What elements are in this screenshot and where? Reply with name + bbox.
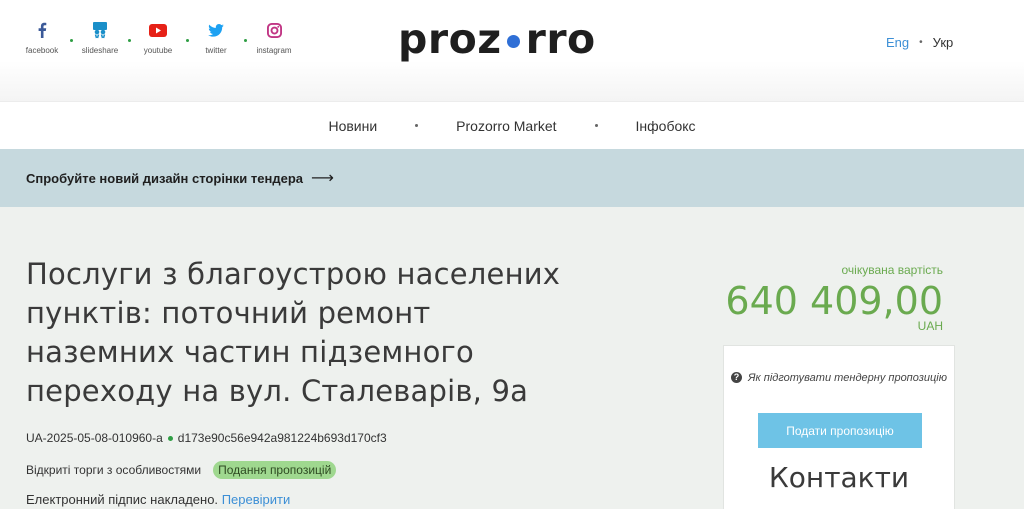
status-badge: Подання пропозицій — [213, 461, 337, 479]
signature-text: Електронний підпис накладено. — [26, 492, 219, 507]
bid-help-link[interactable]: ? Як підготувати тендерну пропозицію — [724, 370, 954, 387]
social-separator — [182, 20, 192, 44]
slideshare-icon — [91, 20, 109, 40]
twitter-link[interactable]: twitter — [192, 20, 240, 55]
logo-dot-icon — [506, 34, 520, 48]
instagram-link[interactable]: instagram — [250, 20, 298, 55]
logo-text-right: rro — [525, 15, 596, 63]
twitter-label: twitter — [205, 46, 227, 55]
contacts-heading: Контакти — [768, 461, 910, 494]
youtube-icon — [149, 20, 167, 40]
nav-separator — [594, 124, 598, 127]
youtube-link[interactable]: youtube — [134, 20, 182, 55]
social-links: facebook slideshare youtube twitter inst… — [18, 20, 298, 55]
nav-item-infobox[interactable]: Інфобокс — [636, 118, 696, 134]
tender-id: UA-2025-05-08-010960-a — [26, 431, 163, 445]
verify-signature-link[interactable]: Перевірити — [222, 492, 291, 507]
social-separator — [124, 20, 134, 44]
prozorro-logo[interactable]: proz rro — [398, 14, 596, 64]
site-header: facebook slideshare youtube twitter inst… — [0, 0, 1024, 101]
lang-eng-link[interactable]: Eng — [886, 35, 909, 50]
logo-text-left: proz — [398, 15, 502, 63]
tender-identifiers: UA-2025-05-08-010960-a d173e90c56e942a98… — [26, 431, 387, 445]
social-separator — [66, 20, 76, 44]
expected-value-amount: 640 409,00 — [725, 279, 943, 323]
bid-help-text: Як підготувати тендерну пропозицію — [748, 372, 947, 384]
facebook-link[interactable]: facebook — [18, 20, 66, 55]
banner-text: Спробуйте новий дизайн сторінки тендера — [26, 170, 303, 186]
bid-card: ? Як підготувати тендерну пропозицію Пода… — [723, 345, 955, 509]
slideshare-label: slideshare — [81, 46, 119, 55]
expected-value: очікувана вартість 640 409,00 UAH — [725, 263, 943, 333]
submit-bid-button[interactable]: Подати пропозицію — [758, 413, 922, 448]
status-dot-icon — [167, 435, 173, 441]
new-design-banner[interactable]: Спробуйте новий дизайн сторінки тендера … — [0, 149, 1024, 207]
nav-item-market[interactable]: Prozorro Market — [456, 118, 556, 134]
tender-title: Послуги з благоустрою населених пунктів:… — [26, 257, 561, 408]
language-switcher: Eng • Укр — [886, 35, 953, 50]
lang-ukr-link[interactable]: Укр — [933, 35, 954, 50]
signature-row: Електронний підпис накладено. Перевірити — [26, 492, 290, 507]
tender-main: Послуги з благоустрою населених пунктів:… — [0, 207, 1024, 509]
expected-value-label: очікувана вартість — [841, 263, 944, 277]
procedure-row: Відкриті торги з особливостями Подання п… — [26, 461, 337, 479]
main-nav: Новини Prozorro Market Інфобокс — [0, 101, 1024, 149]
facebook-icon — [33, 20, 51, 40]
slideshare-link[interactable]: slideshare — [76, 20, 124, 55]
lang-separator: • — [919, 37, 923, 48]
social-separator — [240, 20, 250, 44]
twitter-icon — [207, 20, 225, 40]
facebook-label: facebook — [25, 46, 59, 55]
youtube-label: youtube — [143, 46, 173, 55]
question-icon: ? — [731, 372, 743, 383]
instagram-label: instagram — [256, 46, 292, 55]
nav-separator — [415, 124, 419, 127]
nav-item-news[interactable]: Новини — [328, 118, 377, 134]
arrow-right-icon: ⟶ — [311, 170, 334, 187]
instagram-icon — [265, 20, 283, 40]
tender-hash: d173e90c56e942a981224b693d170cf3 — [177, 431, 387, 445]
procedure-type: Відкриті торги з особливостями — [26, 463, 202, 477]
